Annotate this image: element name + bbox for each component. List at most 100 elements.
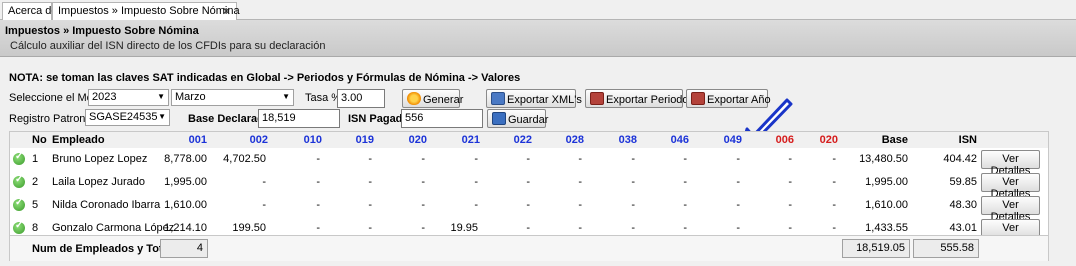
chevron-down-icon: ▼ xyxy=(158,112,166,121)
table-row: 1 Bruno Lopez Lopez 8,778.00 4,702.50 - - - - - -… xyxy=(10,148,1048,177)
tab-acerca-de[interactable]: Acerca de xyxy=(2,2,58,20)
page-header: Impuestos » Impuesto Sobre Nómina Cálcul… xyxy=(0,20,1076,57)
col-header-empleado: Empleado xyxy=(52,134,105,146)
code-value: 4,702.50 xyxy=(223,153,266,165)
guardar-button[interactable]: Guardar xyxy=(487,109,549,128)
row-no: 8 xyxy=(32,222,39,234)
code-value: - xyxy=(631,176,635,188)
code-value: 1,214.10 xyxy=(164,222,207,234)
code-value: - xyxy=(474,199,478,211)
col-header-code: 049 xyxy=(723,134,742,146)
month-select[interactable]: Marzo ▼ xyxy=(171,89,294,106)
row-base: 13,480.50 xyxy=(859,153,908,165)
col-header-code: 002 xyxy=(249,134,268,146)
exportar-periodo-button[interactable]: Exportar Periodo xyxy=(585,89,689,108)
check-circle-icon xyxy=(13,174,25,188)
isn-pagado-label: ISN Pagado xyxy=(348,113,410,125)
table-header: No Empleado Base ISN 001 002 010 019 020 021 0… xyxy=(10,132,1048,148)
note-text: NOTA: se toman las claves SAT indicadas … xyxy=(9,72,521,84)
code-value: - xyxy=(526,176,530,188)
employee-name: Nilda Coronado Ibarra xyxy=(52,199,161,211)
code-value: - xyxy=(832,199,836,211)
code-value: - xyxy=(316,222,320,234)
code-value: - xyxy=(474,153,478,165)
row-base: 1,433.55 xyxy=(865,222,908,234)
chevron-down-icon: ▼ xyxy=(157,92,165,101)
month-label: Seleccione el Mes xyxy=(9,92,99,104)
code-value: - xyxy=(578,176,582,188)
isn-pagado-input[interactable]: 556 xyxy=(401,109,483,128)
col-header-no: No xyxy=(32,134,47,146)
tab-label: Impuestos » Impuesto Sobre Nómina xyxy=(58,5,240,17)
code-value: 1,610.00 xyxy=(164,199,207,211)
totals-isn: 555.58 xyxy=(913,239,979,258)
row-base: 1,610.00 xyxy=(865,199,908,211)
generar-label: Generar xyxy=(423,94,464,106)
check-circle-icon xyxy=(13,197,25,211)
export-year-icon xyxy=(691,92,705,105)
col-header-code: 006 xyxy=(775,134,794,146)
col-header-base: Base xyxy=(881,134,908,146)
guardar-label: Guardar xyxy=(508,114,549,126)
save-icon xyxy=(492,112,506,125)
code-value: - xyxy=(316,176,320,188)
col-header-code: 020 xyxy=(408,134,427,146)
month-value: Marzo xyxy=(175,91,206,103)
exportar-periodo-label: Exportar Periodo xyxy=(606,94,689,106)
code-value: - xyxy=(631,199,635,211)
col-header-code: 021 xyxy=(461,134,480,146)
code-value: - xyxy=(578,222,582,234)
col-header-code: 001 xyxy=(188,134,207,146)
code-value: - xyxy=(683,176,687,188)
code-value: - xyxy=(368,222,372,234)
row-isn: 43.01 xyxy=(949,222,977,234)
code-value: - xyxy=(683,153,687,165)
generar-button[interactable]: Generar xyxy=(402,89,464,108)
row-no: 2 xyxy=(32,176,39,188)
tab-impuesto-sobre-nomina[interactable]: Impuestos » Impuesto Sobre Nómina ✕ xyxy=(52,2,240,20)
tasa-input[interactable]: 3.00 xyxy=(337,89,385,108)
tab-label: Acerca de xyxy=(8,5,58,17)
code-value: - xyxy=(578,199,582,211)
ver-detalles-button[interactable]: Ver Detalles xyxy=(981,150,1040,177)
code-value: - xyxy=(736,222,740,234)
col-header-code: 020 xyxy=(819,134,838,146)
code-value: - xyxy=(832,222,836,234)
code-value: - xyxy=(683,222,687,234)
code-value: - xyxy=(421,153,425,165)
ver-detalles-button[interactable]: Ver Detalles xyxy=(981,196,1040,223)
code-value: - xyxy=(474,176,478,188)
code-value: - xyxy=(316,153,320,165)
registro-select[interactable]: SGASE24535 ▼ xyxy=(85,109,170,126)
tab-bar: Acerca de Impuestos » Impuesto Sobre Nóm… xyxy=(0,0,1076,20)
code-value: - xyxy=(631,222,635,234)
export-period-icon xyxy=(590,92,604,105)
code-value: - xyxy=(788,176,792,188)
code-value: - xyxy=(631,153,635,165)
code-value: - xyxy=(421,222,425,234)
code-value: - xyxy=(832,153,836,165)
year-value: 2023 xyxy=(92,91,117,103)
code-value: - xyxy=(578,153,582,165)
code-value: - xyxy=(683,199,687,211)
sparkle-icon xyxy=(407,92,421,105)
code-value: - xyxy=(526,199,530,211)
exportar-xml-button[interactable]: Exportar XML's xyxy=(486,89,582,108)
code-value: 1,995.00 xyxy=(164,176,207,188)
code-value: - xyxy=(368,153,372,165)
code-value: - xyxy=(262,199,266,211)
row-no: 5 xyxy=(32,199,39,211)
code-value: - xyxy=(788,222,792,234)
code-value: - xyxy=(736,199,740,211)
col-header-code: 019 xyxy=(355,134,374,146)
col-header-isn: ISN xyxy=(958,134,977,146)
code-value: - xyxy=(526,153,530,165)
col-header-code: 010 xyxy=(303,134,322,146)
exportar-xml-label: Exportar XML's xyxy=(507,94,582,106)
row-no: 1 xyxy=(32,153,39,165)
close-icon[interactable]: ✕ xyxy=(222,5,231,18)
base-declarada-input[interactable]: 18,519 xyxy=(258,109,340,128)
row-base: 1,995.00 xyxy=(865,176,908,188)
ver-detalles-button[interactable]: Ver Detalles xyxy=(981,173,1040,200)
year-select[interactable]: 2023 ▼ xyxy=(88,89,169,106)
